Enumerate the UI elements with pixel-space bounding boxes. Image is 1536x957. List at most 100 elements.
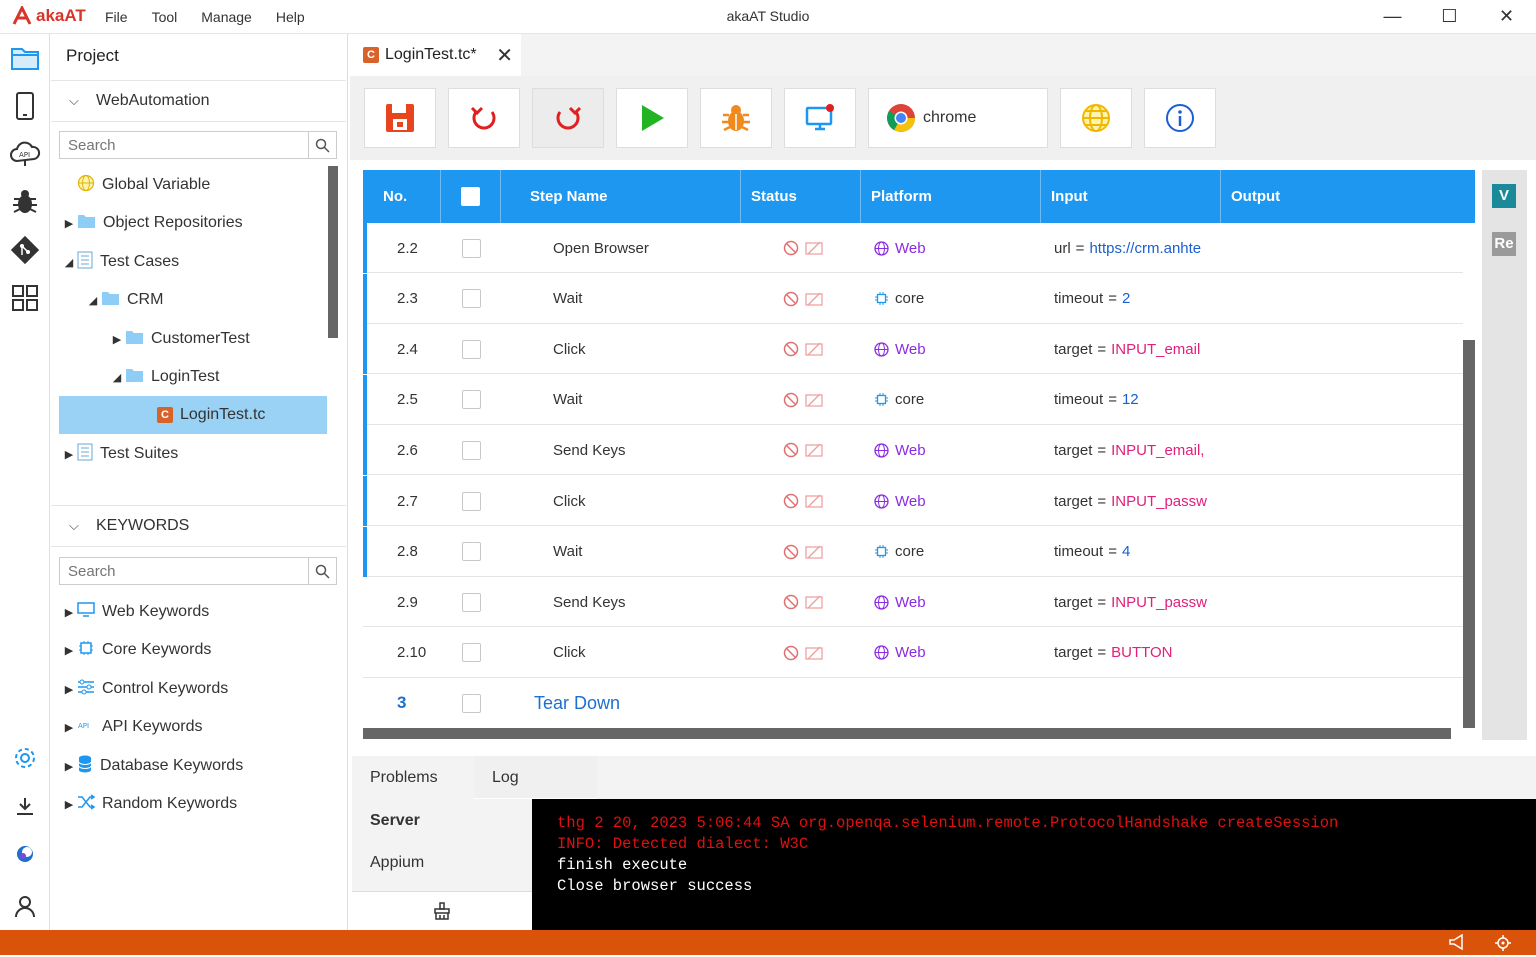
- tree-expander[interactable]: ▶: [61, 448, 77, 461]
- git-icon[interactable]: [9, 234, 41, 266]
- tree-expander[interactable]: ▶: [109, 333, 125, 346]
- disabled-icon[interactable]: [783, 240, 799, 256]
- row-step-name[interactable]: Click: [553, 324, 586, 374]
- keyword-group-core[interactable]: ▶ Core Keywords: [61, 631, 211, 669]
- tree-expander[interactable]: ▶: [61, 721, 77, 734]
- tree-item-object-repositories[interactable]: ▶ Object Repositories: [61, 204, 243, 242]
- reset-button[interactable]: [532, 88, 604, 148]
- tree-item-logintest-tc[interactable]: C LoginTest.tc: [141, 396, 265, 434]
- group-row-teardown[interactable]: 3 Tear Down: [363, 678, 1463, 728]
- mobile-icon[interactable]: [9, 90, 41, 122]
- row-step-name[interactable]: Wait: [553, 527, 582, 577]
- project-section-header[interactable]: ⌵ WebAutomation: [51, 80, 346, 122]
- close-tab-icon[interactable]: ✕: [496, 43, 513, 68]
- column-platform[interactable]: Platform: [861, 170, 1041, 223]
- debug-button[interactable]: [700, 88, 772, 148]
- save-button[interactable]: [364, 88, 436, 148]
- maximize-button[interactable]: ☐: [1421, 0, 1478, 34]
- search-icon[interactable]: [308, 132, 336, 158]
- tree-expander[interactable]: ▶: [61, 760, 77, 773]
- row-output[interactable]: [1231, 324, 1451, 374]
- row-output[interactable]: [1231, 476, 1451, 526]
- tree-expander[interactable]: ▶: [61, 217, 77, 230]
- keyword-group-random[interactable]: ▶ Random Keywords: [61, 785, 237, 823]
- grid-horizontal-scrollbar[interactable]: [363, 728, 1451, 739]
- menu-file[interactable]: File: [105, 9, 128, 25]
- search-icon[interactable]: [308, 558, 336, 584]
- info-button[interactable]: [1144, 88, 1216, 148]
- tree-item-logintest[interactable]: ◢ LoginTest: [109, 358, 220, 396]
- disabled-icon[interactable]: [783, 442, 799, 458]
- reload-button[interactable]: [448, 88, 520, 148]
- record-screen-button[interactable]: [784, 88, 856, 148]
- screenshot-off-icon[interactable]: [805, 494, 823, 508]
- screenshot-off-icon[interactable]: [805, 595, 823, 609]
- row-input[interactable]: target = INPUT_passw: [1054, 577, 1214, 627]
- table-row[interactable]: 2.7 Click Web target = INPUT_passw: [363, 476, 1463, 526]
- menu-manage[interactable]: Manage: [201, 9, 252, 25]
- row-input[interactable]: url = https://crm.anhte: [1054, 223, 1214, 273]
- keyword-group-database[interactable]: ▶ Database Keywords: [61, 747, 243, 785]
- table-row[interactable]: 2.3 Wait core timeout = 2: [363, 273, 1463, 324]
- row-step-name[interactable]: Send Keys: [553, 425, 626, 475]
- row-checkbox[interactable]: [462, 390, 481, 410]
- table-row[interactable]: 2.2 Open Browser Web url = https://crm.anhte: [363, 223, 1463, 273]
- column-output[interactable]: Output: [1221, 170, 1475, 223]
- download-icon[interactable]: [9, 790, 41, 822]
- debug-bug-icon[interactable]: [9, 186, 41, 218]
- row-checkbox[interactable]: [462, 693, 481, 713]
- brand-swirl-icon[interactable]: [9, 838, 41, 870]
- minimize-button[interactable]: —: [1364, 0, 1421, 34]
- table-row[interactable]: 2.5 Wait core timeout = 12: [363, 374, 1463, 425]
- row-output[interactable]: [1231, 274, 1451, 324]
- tree-expander[interactable]: ▶: [61, 606, 77, 619]
- screenshot-off-icon[interactable]: [805, 545, 823, 559]
- row-checkbox[interactable]: [462, 643, 481, 663]
- tree-item-crm[interactable]: ◢ CRM: [85, 281, 164, 319]
- screenshot-off-icon[interactable]: [805, 646, 823, 660]
- row-input[interactable]: timeout = 2: [1054, 274, 1214, 324]
- row-output[interactable]: [1231, 527, 1451, 577]
- feedback-icon[interactable]: [1494, 934, 1512, 957]
- row-checkbox[interactable]: [462, 339, 481, 359]
- menu-help[interactable]: Help: [276, 9, 305, 25]
- row-input[interactable]: target = INPUT_email,: [1054, 425, 1214, 475]
- column-input[interactable]: Input: [1041, 170, 1221, 223]
- row-input[interactable]: target = INPUT_passw: [1054, 476, 1214, 526]
- row-output[interactable]: [1231, 223, 1451, 273]
- disabled-icon[interactable]: [783, 493, 799, 509]
- account-user-icon[interactable]: [9, 890, 41, 922]
- row-checkbox[interactable]: [462, 440, 481, 460]
- log-source-appium[interactable]: Appium: [370, 854, 424, 872]
- tree-item-customertest[interactable]: ▶ CustomerTest: [109, 320, 250, 358]
- disabled-icon[interactable]: [783, 594, 799, 610]
- row-output[interactable]: [1231, 425, 1451, 475]
- tree-expander[interactable]: ▶: [61, 644, 77, 657]
- row-input[interactable]: timeout = 4: [1054, 527, 1214, 577]
- column-no[interactable]: No.: [363, 170, 441, 223]
- notification-icon[interactable]: [1448, 933, 1466, 955]
- tree-expander[interactable]: ◢: [109, 371, 125, 384]
- screenshot-off-icon[interactable]: [805, 241, 823, 255]
- tree-expander[interactable]: ◢: [61, 256, 77, 269]
- settings-gear-icon[interactable]: [9, 742, 41, 774]
- row-step-name[interactable]: Open Browser: [553, 223, 649, 273]
- tree-scrollbar[interactable]: [328, 166, 338, 338]
- tab-log[interactable]: Log: [474, 756, 597, 799]
- disabled-icon[interactable]: [783, 645, 799, 661]
- row-step-name[interactable]: Click: [553, 476, 586, 526]
- disabled-icon[interactable]: [783, 341, 799, 357]
- row-output[interactable]: [1231, 577, 1451, 627]
- keywords-section-header[interactable]: ⌵ KEYWORDS: [51, 505, 346, 547]
- tree-item-test-suites[interactable]: ▶ Test Suites: [61, 435, 178, 473]
- row-output[interactable]: [1231, 375, 1451, 425]
- log-source-server[interactable]: Server: [370, 812, 420, 830]
- tab-problems[interactable]: Problems: [352, 756, 456, 799]
- screenshot-off-icon[interactable]: [805, 292, 823, 306]
- keyword-group-web[interactable]: ▶ Web Keywords: [61, 593, 209, 631]
- row-step-name[interactable]: Wait: [553, 274, 582, 324]
- close-button[interactable]: ✕: [1478, 0, 1535, 34]
- disabled-icon[interactable]: [783, 544, 799, 560]
- table-row[interactable]: 2.6 Send Keys Web target = INPUT_email,: [363, 425, 1463, 476]
- row-input[interactable]: target = INPUT_email: [1054, 324, 1214, 374]
